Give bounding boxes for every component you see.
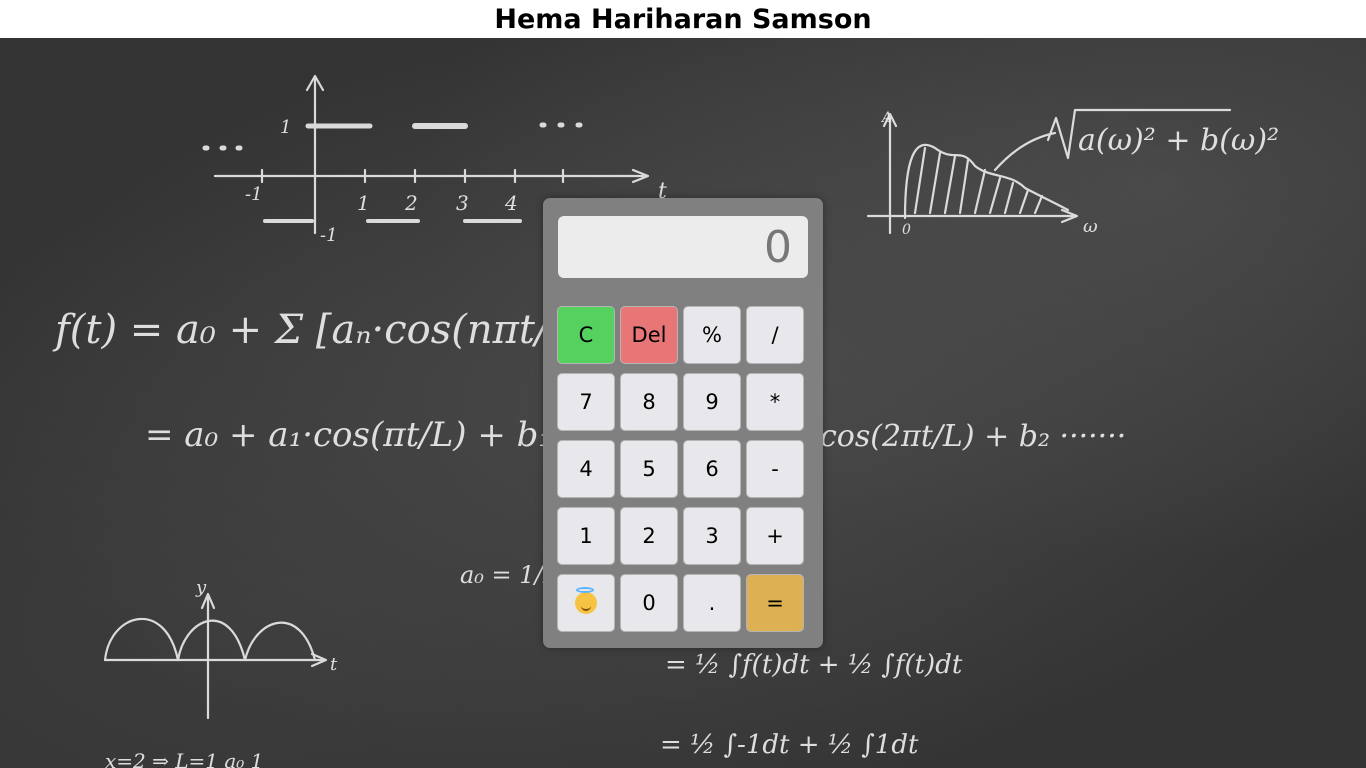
- svg-text:A: A: [880, 110, 892, 126]
- two-button[interactable]: 2: [620, 507, 678, 565]
- svg-text:a(ω)² + b(ω)²: a(ω)² + b(ω)²: [1078, 123, 1279, 158]
- svg-text:-1: -1: [320, 225, 338, 246]
- one-button[interactable]: 1: [557, 507, 615, 565]
- multiply-button[interactable]: *: [746, 373, 804, 431]
- svg-text:4: 4: [504, 191, 518, 215]
- page-title: Hema Hariharan Samson: [494, 4, 872, 35]
- equals-button[interactable]: =: [746, 574, 804, 632]
- svg-text:x=2 ⇒ L=1 a₀ 1: x=2 ⇒ L=1 a₀ 1: [105, 749, 263, 768]
- calculator-keypad: C Del % / 7 8 9 * 4 5 6 - 1 2 3 + 0 . =: [557, 306, 804, 632]
- svg-text:3: 3: [456, 191, 469, 215]
- seven-button[interactable]: 7: [557, 373, 615, 431]
- svg-text:y: y: [195, 577, 207, 598]
- svg-text:0: 0: [902, 222, 911, 238]
- subtract-button[interactable]: -: [746, 440, 804, 498]
- svg-text:= ½ ∫-1dt + ½ ∫1dt: = ½ ∫-1dt + ½ ∫1dt: [660, 730, 919, 760]
- eight-button[interactable]: 8: [620, 373, 678, 431]
- smiling-face-with-halo-icon: [575, 587, 597, 614]
- decimal-button[interactable]: .: [683, 574, 741, 632]
- calculator: 0 C Del % / 7 8 9 * 4 5 6 - 1 2 3 + 0 . …: [543, 198, 823, 648]
- svg-text:-1: -1: [245, 184, 263, 205]
- five-button[interactable]: 5: [620, 440, 678, 498]
- calculator-display: 0: [558, 216, 808, 278]
- svg-text:ω: ω: [1083, 216, 1098, 237]
- four-button[interactable]: 4: [557, 440, 615, 498]
- svg-text:t: t: [330, 654, 338, 675]
- percent-button[interactable]: %: [683, 306, 741, 364]
- nine-button[interactable]: 9: [683, 373, 741, 431]
- divide-button[interactable]: /: [746, 306, 804, 364]
- six-button[interactable]: 6: [683, 440, 741, 498]
- add-button[interactable]: +: [746, 507, 804, 565]
- svg-text:= ½ ∫f(t)dt + ½ ∫f(t)dt: = ½ ∫f(t)dt + ½ ∫f(t)dt: [665, 650, 963, 680]
- emoji-button[interactable]: [557, 574, 615, 632]
- clear-button[interactable]: C: [557, 306, 615, 364]
- svg-text:1: 1: [280, 117, 291, 138]
- svg-text:2: 2: [404, 191, 418, 215]
- three-button[interactable]: 3: [683, 507, 741, 565]
- zero-button[interactable]: 0: [620, 574, 678, 632]
- svg-text:cos(2πt/L) + b₂ ·······: cos(2πt/L) + b₂ ·······: [820, 419, 1126, 454]
- svg-text:1: 1: [357, 191, 370, 215]
- delete-button[interactable]: Del: [620, 306, 678, 364]
- svg-text:= a₀ + a₁·cos(πt/L) + b₁: = a₀ + a₁·cos(πt/L) + b₁: [145, 415, 552, 455]
